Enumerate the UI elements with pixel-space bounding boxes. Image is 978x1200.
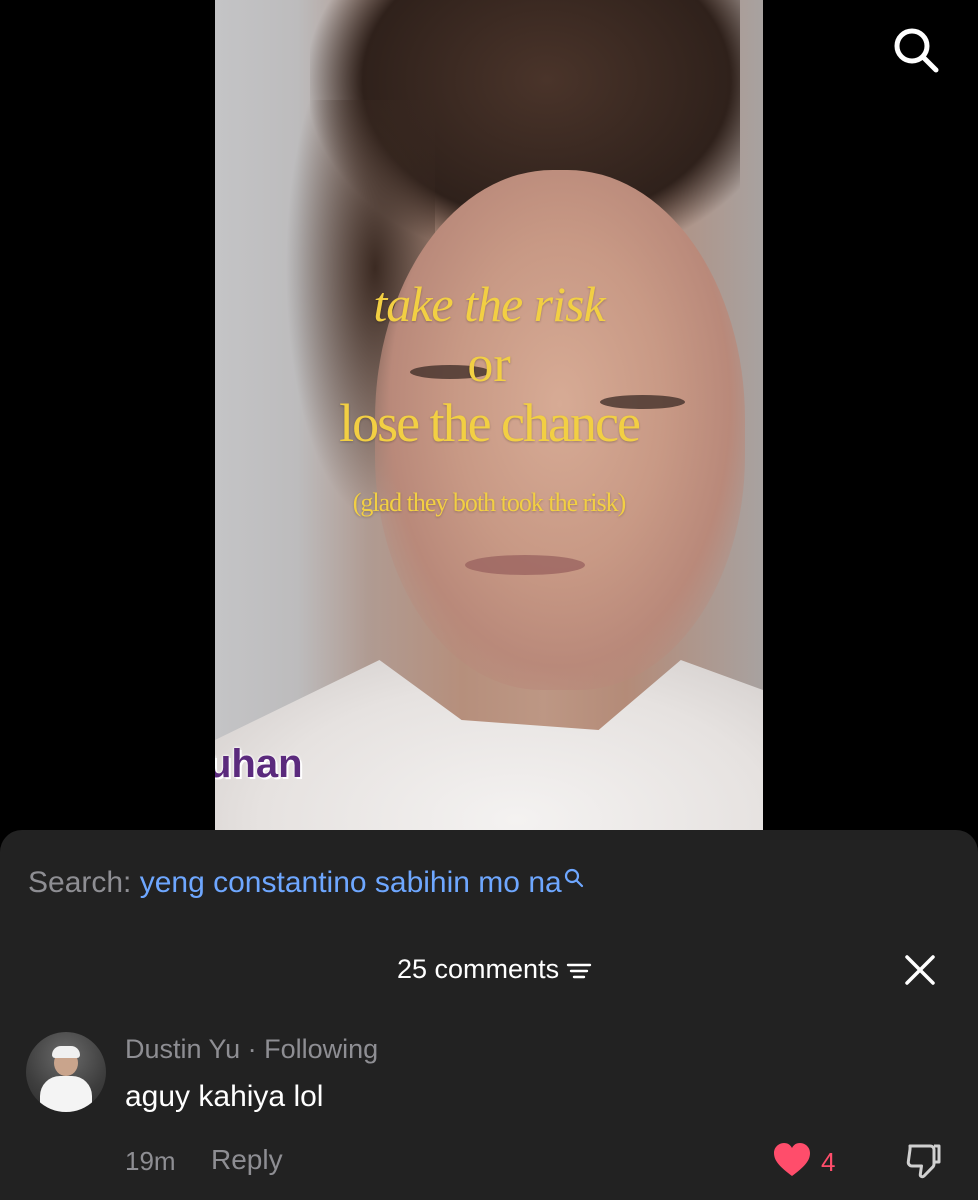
comments-header[interactable]: 25 comments: [397, 954, 593, 985]
video-caption-line-4: (glad they both took the risk): [352, 488, 627, 517]
comment-timestamp: 19m: [125, 1146, 176, 1176]
close-icon: [905, 955, 935, 985]
avatar-cap: [52, 1046, 80, 1058]
following-label: Following: [264, 1034, 379, 1064]
avatar-body: [40, 1076, 92, 1112]
video-caption-line-1: take the risk: [373, 276, 605, 332]
search-icon: [894, 28, 939, 73]
author-separator: ·: [247, 1034, 257, 1064]
close-comments-button[interactable]: [902, 952, 938, 988]
thumbs-down-icon: [906, 1144, 941, 1179]
video-caption-line-2: or: [467, 336, 511, 393]
comment-author-name[interactable]: Dustin Yu: [125, 1034, 240, 1064]
search-suggestion[interactable]: Search: yeng constantino sabihin mo na: [28, 866, 584, 900]
like-button[interactable]: [772, 1142, 812, 1178]
video-frame-mouth: [465, 555, 585, 575]
comments-count: 25 comments: [397, 954, 560, 984]
heart-icon: [774, 1143, 810, 1176]
like-count: 4: [821, 1147, 836, 1177]
reply-button[interactable]: Reply: [211, 1144, 283, 1176]
dislike-button[interactable]: [904, 1140, 944, 1180]
sort-icon[interactable]: [565, 960, 593, 982]
video-caption-line-3: lose the chance: [339, 393, 641, 453]
video-player[interactable]: take the risk or lose the chance (glad t…: [215, 0, 763, 830]
search-mini-icon: [564, 868, 583, 888]
comment-text: aguy kahiya lol: [125, 1080, 324, 1113]
search-suggestion-query[interactable]: yeng constantino sabihin mo na: [140, 866, 562, 899]
search-suggestion-label: Search:: [28, 866, 132, 899]
avatar[interactable]: [26, 1032, 106, 1112]
video-watermark: uhan: [215, 742, 303, 786]
comment-author-line: Dustin Yu · Following: [125, 1034, 378, 1065]
search-button[interactable]: [892, 26, 940, 74]
